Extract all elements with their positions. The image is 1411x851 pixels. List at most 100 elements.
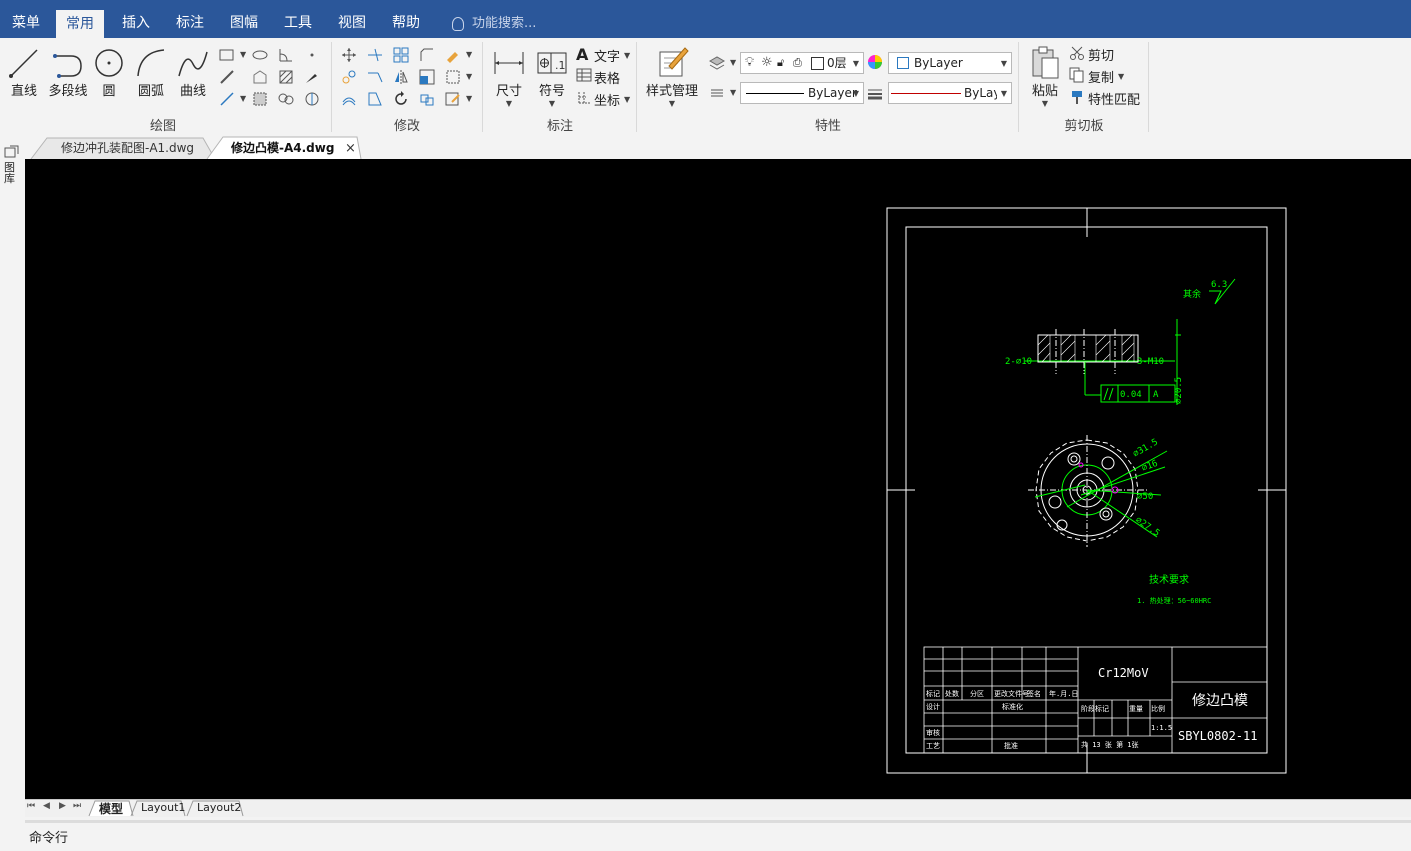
rectangle-icon[interactable] <box>218 46 236 64</box>
annotate-group-label: 标注 <box>546 119 573 134</box>
offset-icon[interactable] <box>340 90 358 108</box>
explode-icon[interactable] <box>418 90 436 108</box>
lineweight-value: ByLay <box>964 86 997 100</box>
tech-requirements-item: 1. 热处理：56~60HRC <box>1137 596 1211 605</box>
cloud-icon[interactable] <box>277 90 295 108</box>
layer-dropdown[interactable]: 💡︎ ☼ 🔓︎ ⎙ 0层 ▼ <box>740 52 864 74</box>
array-icon[interactable] <box>392 46 410 64</box>
arc-label: 圆弧 <box>137 84 164 99</box>
curve-button[interactable]: 曲线 <box>176 46 210 99</box>
cut-button[interactable]: 剪切 <box>1069 45 1114 65</box>
svg-text:.1: .1 <box>555 59 566 72</box>
brush-icon <box>1072 91 1082 104</box>
ray-icon[interactable] <box>218 90 236 108</box>
boundary-icon[interactable] <box>251 90 269 108</box>
move-icon[interactable] <box>340 46 358 64</box>
lineweight-preview <box>891 93 961 94</box>
tab-doc-punch[interactable]: 修边凸模-A4.dwg <box>221 138 344 159</box>
construction-line-icon[interactable] <box>218 68 236 86</box>
tab-layout2[interactable]: Layout2 <box>197 801 241 814</box>
table-button[interactable]: 表格 <box>576 67 620 87</box>
mirror-icon[interactable] <box>392 68 410 86</box>
next-layout-icon[interactable]: ▶ <box>59 801 66 811</box>
svg-text:设计: 设计 <box>926 702 940 711</box>
tab-annotate[interactable]: 标注 <box>166 0 214 38</box>
angle-icon[interactable] <box>277 46 295 64</box>
spline-icon <box>178 51 208 77</box>
copy-button[interactable]: 复制 ▼ <box>1069 67 1124 87</box>
lineweight-icon[interactable] <box>866 84 884 102</box>
curve-label: 曲线 <box>179 84 206 99</box>
trim-icon[interactable] <box>366 46 384 64</box>
lineweight-dropdown[interactable]: ByLay ▼ <box>888 82 1012 104</box>
section-view: 0.04 A 2-⌀10 3-M10 ⌀20.5 <box>1005 319 1184 405</box>
rotate-icon[interactable] <box>392 90 410 108</box>
library-icon <box>4 145 19 158</box>
point-icon[interactable] <box>303 46 321 64</box>
erase-icon[interactable] <box>444 46 462 64</box>
command-line[interactable]: 命令行 <box>25 820 1411 851</box>
match-properties-button[interactable]: 特性匹配 <box>1069 89 1140 109</box>
tab-tools[interactable]: 工具 <box>274 0 322 38</box>
paste-button[interactable]: 粘贴 ▼ <box>1027 44 1063 108</box>
text-label: 文字 <box>594 50 621 65</box>
tab-help[interactable]: 帮助 <box>382 0 430 38</box>
ellipse-icon[interactable] <box>251 46 269 64</box>
pen-icon[interactable] <box>303 68 321 86</box>
tab-model[interactable]: 模型 <box>99 800 123 817</box>
svg-text:工艺: 工艺 <box>926 742 940 750</box>
color-wheel-icon[interactable] <box>866 53 884 71</box>
table-icon <box>576 68 592 82</box>
line-button[interactable]: 直线 <box>6 46 42 99</box>
block-icon[interactable] <box>444 68 462 86</box>
line-label: 直线 <box>10 84 37 99</box>
copy-object-icon[interactable] <box>340 68 358 86</box>
vertical-dim-label: ⌀20.5 <box>1174 377 1184 404</box>
arc-button[interactable]: 圆弧 <box>134 46 168 99</box>
color-dropdown[interactable]: ByLayer ▼ <box>888 52 1012 74</box>
wipeout-icon[interactable] <box>303 90 321 108</box>
function-search[interactable]: 功能搜索... <box>452 10 536 38</box>
roughness-value: 6.3 <box>1211 280 1227 290</box>
linetype-dropdown[interactable]: ByLayer ▼ <box>740 82 864 104</box>
stretch-icon[interactable] <box>366 90 384 108</box>
chamfer-icon[interactable] <box>418 46 436 64</box>
menu-main[interactable]: 菜单 <box>2 0 50 38</box>
layer-manager-icon[interactable] <box>708 54 726 72</box>
hatch-icon[interactable] <box>277 68 295 86</box>
polyline-button[interactable]: 多段线 <box>46 46 90 99</box>
first-layout-icon[interactable]: ⏮ <box>27 801 35 811</box>
drawing-canvas[interactable]: 其余 6.3 0.04 A 2-⌀10 3-M10 ⌀20.5 ⌀31.5 ⌀1… <box>25 159 1411 799</box>
dim-label-3: ⌀50 <box>1137 492 1153 502</box>
prev-layout-icon[interactable]: ◀ <box>43 801 50 811</box>
tab-common[interactable]: 常用 <box>56 10 104 38</box>
tab-insert[interactable]: 插入 <box>112 0 160 38</box>
lightbulb-icon <box>452 16 464 31</box>
tab-view[interactable]: 视图 <box>328 0 376 38</box>
front-view: ⌀31.5 ⌀16 ⌀50 ⌀27.5 <box>1028 435 1168 547</box>
last-layout-icon[interactable]: ⏭ <box>73 801 81 811</box>
properties-edit-icon[interactable] <box>444 90 462 108</box>
tab-layout1[interactable]: Layout1 <box>141 801 185 814</box>
scale-icon[interactable] <box>418 68 436 86</box>
datum-label: A <box>1153 390 1159 400</box>
close-tab-icon[interactable]: × <box>335 138 366 159</box>
style-manager-button[interactable]: 样式管理 ▼ <box>644 44 700 108</box>
command-line-label: 命令行 <box>29 831 69 846</box>
lineweight-list-icon[interactable] <box>708 84 726 102</box>
tab-doc-assembly[interactable]: 修边冲孔装配图-A1.dwg <box>51 138 204 159</box>
svg-text:处数: 处数 <box>945 689 959 698</box>
dimension-button[interactable]: 尺寸 ▼ <box>491 46 527 108</box>
library-button[interactable]: 图库 <box>4 144 20 184</box>
extend-icon[interactable] <box>366 68 384 86</box>
tab-sheet[interactable]: 图幅 <box>220 0 268 38</box>
coordinate-button[interactable]: 坐标 ▼ <box>576 89 630 109</box>
text-button[interactable]: A 文字 ▼ <box>576 45 630 65</box>
line-icon <box>9 49 38 78</box>
symbol-button[interactable]: .1 符号 ▼ <box>534 46 570 108</box>
material-label: Cr12MoV <box>1098 666 1149 680</box>
circle-icon <box>95 49 123 77</box>
region-icon[interactable] <box>251 68 269 86</box>
tolerance-value: 0.04 <box>1120 390 1142 400</box>
circle-button[interactable]: 圆 <box>92 46 126 99</box>
